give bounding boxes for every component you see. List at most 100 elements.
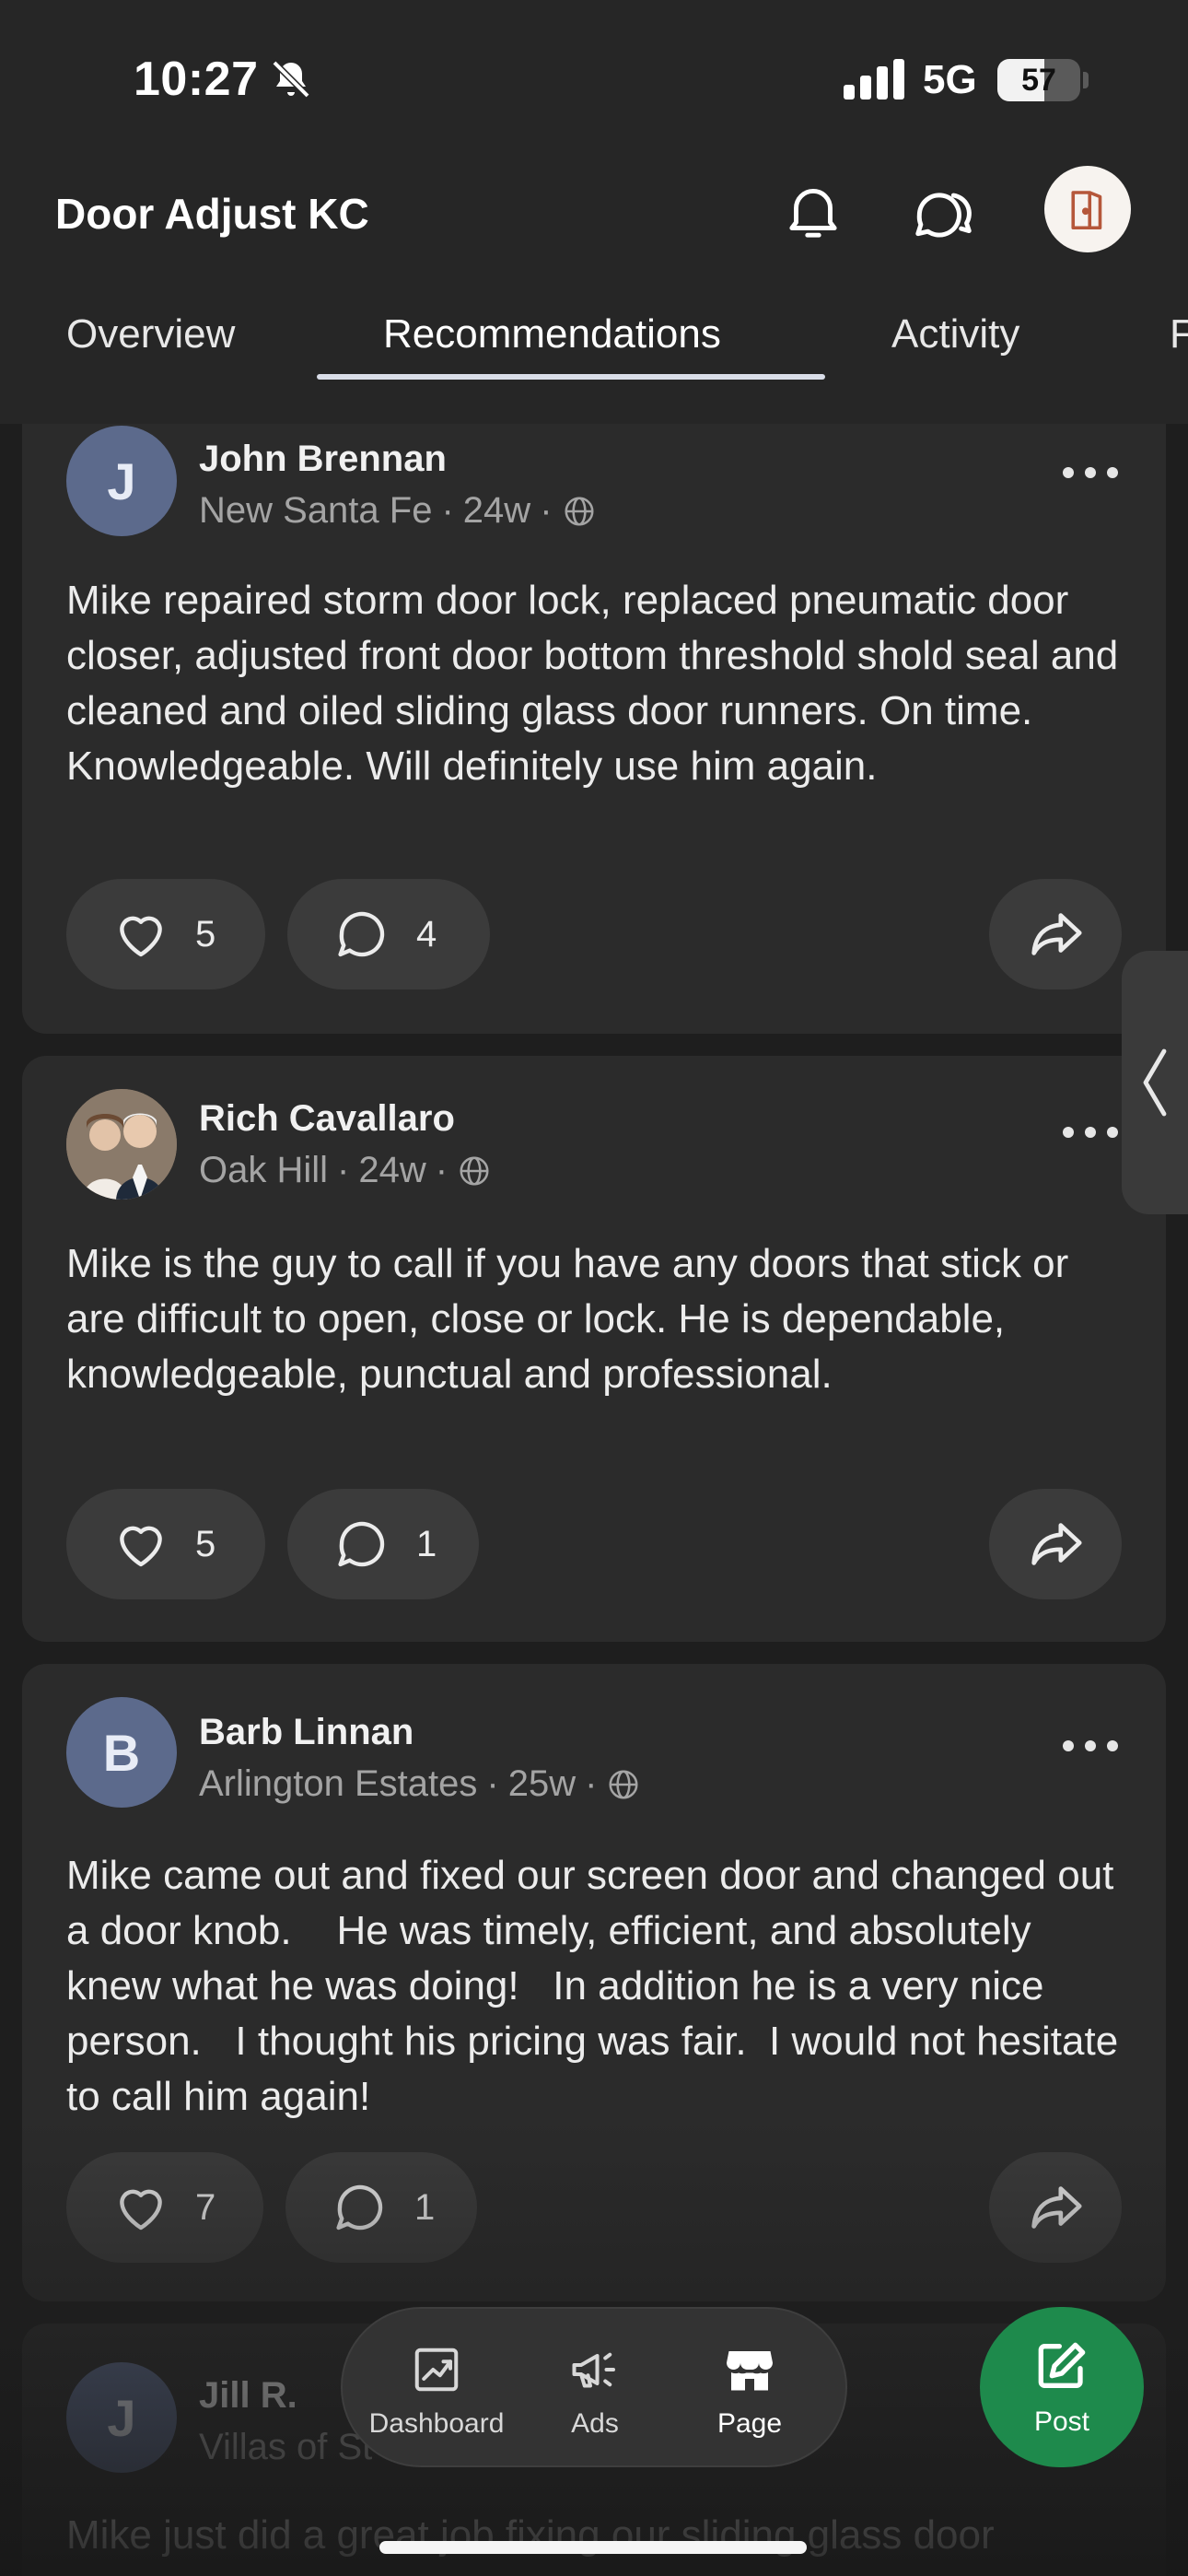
recommendation-card: Rich Cavallaro Oak Hill · 24w · Mike is … [22,1056,1166,1642]
like-button[interactable]: 7 [66,2152,263,2263]
active-tab-indicator [317,374,825,380]
post-body: Mike just did a great job fixing our sli… [66,2512,995,2558]
recommendation-card: B Barb Linnan Arlington Estates · 25w · … [22,1664,1166,2301]
app-screen: 10:27 5G 57 Door Adjust KC Overview Reco… [0,0,1188,2576]
comment-icon [338,1521,385,1567]
post-age: 24w [462,490,531,531]
chevron-left-icon [1143,1048,1167,1117]
bell-slash-icon [272,60,310,99]
heart-icon [120,2189,162,2231]
meta-separator: · [337,1150,350,1190]
post-body: Mike came out and fixed our screen door … [66,1853,1130,2119]
tab-overflow[interactable]: F [1170,293,1188,376]
bottom-nav: Dashboard Ads Page [341,2307,847,2467]
chat-icon[interactable] [908,177,976,245]
comment-count: 1 [414,2186,436,2228]
neighborhood[interactable]: Villas of St [199,2427,372,2468]
home-indicator[interactable] [379,2541,807,2554]
tab-activity[interactable]: Activity [891,293,1019,376]
nav-dashboard-label: Dashboard [368,2408,505,2439]
post-body: Mike is the guy to call if you have any … [66,1241,1069,1397]
megaphone-icon [572,2352,615,2388]
meta-separator: · [486,1763,499,1804]
meta-separator: · [441,490,454,531]
signal-icon [844,59,904,100]
like-count: 5 [195,913,216,954]
post-age: 24w [358,1150,426,1190]
meta-separator: · [585,1763,598,1804]
post-button-label: Post [1033,2406,1090,2437]
battery-icon: 57 [997,59,1080,101]
recommendation-card: J John Brennan New Santa Fe · 24w · Mike… [22,424,1166,1034]
comment-button[interactable]: 4 [287,879,490,989]
author-name[interactable]: Rich Cavallaro [199,1098,455,1140]
door-logo-icon [1071,191,1102,230]
share-icon [1031,2186,1082,2229]
share-button[interactable] [989,1489,1122,1599]
author-name[interactable]: John Brennan [199,439,447,480]
meta-separator: · [540,490,553,531]
globe-icon [609,1769,638,1799]
network-type: 5G [923,57,977,102]
like-count: 7 [195,2186,216,2228]
neighborhood[interactable]: Arlington Estates [199,1763,477,1805]
post-button[interactable]: Post [980,2307,1144,2467]
author-name[interactable]: Barb Linnan [199,1712,413,1753]
battery-percent: 57 [1021,63,1056,98]
post-meta: New Santa Fe · 24w · [199,490,597,532]
like-button[interactable]: 5 [66,879,265,989]
business-avatar[interactable] [1044,166,1131,252]
comment-icon [338,911,385,957]
nav-dashboard[interactable]: Dashboard [354,2342,519,2440]
author-name[interactable]: Jill R. [199,2375,297,2417]
post-body: Mike repaired storm door lock, replaced … [66,578,1119,789]
comment-icon [336,2184,383,2231]
page-header: Door Adjust KC Overview Recommendations … [0,157,1188,424]
neighborhood[interactable]: Oak Hill [199,1150,328,1191]
globe-icon [564,496,594,526]
comment-button[interactable]: 1 [285,2152,477,2263]
share-icon [1031,1523,1082,1565]
nav-page[interactable]: Page [667,2342,833,2440]
comment-count: 4 [416,913,437,954]
edit-icon [1038,2342,1086,2388]
share-button[interactable] [989,2152,1122,2263]
heart-icon [120,1526,162,1567]
more-icon[interactable] [1063,1118,1118,1146]
nav-ads-label: Ads [571,2408,619,2439]
nav-page-label: Page [716,2408,783,2439]
more-icon[interactable] [1063,459,1118,486]
tab-bar: Overview Recommendations Activity F [0,293,1188,376]
post-meta: Villas of St [199,2427,372,2468]
avatar[interactable]: B [66,1697,177,1808]
neighborhood[interactable]: New Santa Fe [199,490,432,532]
share-button[interactable] [989,879,1122,989]
storefront-icon [727,2351,773,2391]
heart-icon [120,916,162,957]
battery-cap [1083,72,1089,88]
nav-ads[interactable]: Ads [512,2342,678,2440]
share-icon [1031,913,1082,955]
avatar[interactable]: J [66,426,177,536]
like-button[interactable]: 5 [66,1489,265,1599]
page-title: Door Adjust KC [55,190,369,238]
post-meta: Oak Hill · 24w · [199,1150,492,1191]
comment-count: 1 [416,1523,437,1564]
globe-icon [460,1155,489,1186]
avatar[interactable]: J [66,2362,177,2473]
more-icon[interactable] [1063,1732,1118,1760]
like-count: 5 [195,1523,216,1564]
dashboard-icon [414,2348,459,2392]
profile-photo [66,1089,177,1200]
post-age: 25w [507,1763,577,1804]
tab-recommendations[interactable]: Recommendations [383,293,721,376]
post-meta: Arlington Estates · 25w · [199,1763,641,1805]
avatar[interactable] [66,1089,177,1200]
status-bar: 10:27 5G 57 [0,0,1188,157]
status-time: 10:27 [134,53,259,106]
meta-separator: · [435,1150,448,1190]
comment-button[interactable]: 1 [287,1489,479,1599]
side-panel-handle[interactable] [1122,951,1188,1214]
tab-overview[interactable]: Overview [66,293,235,376]
bell-icon[interactable] [779,177,847,245]
